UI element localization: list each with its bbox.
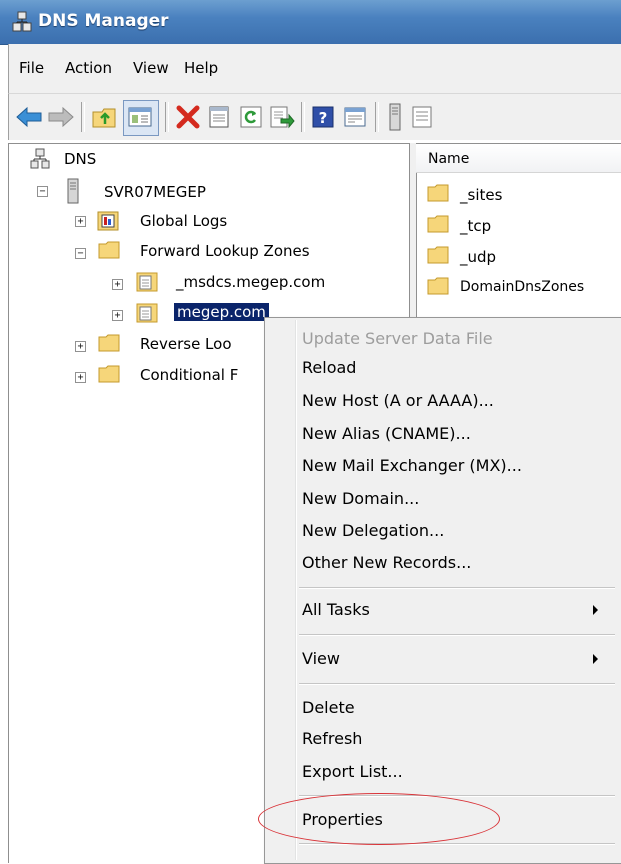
highlight-ellipse: [258, 793, 500, 845]
menu-file[interactable]: File: [19, 59, 44, 77]
forward-icon[interactable]: [47, 106, 75, 128]
menu-item-new-delegation[interactable]: New Delegation...: [302, 521, 444, 540]
server-icon[interactable]: [387, 103, 403, 131]
tree-node-conditional-forwarders[interactable]: Conditional F: [140, 366, 238, 384]
tree-node-msdcs-zone[interactable]: _msdcs.megep.com: [176, 273, 325, 291]
server-icon: [67, 178, 79, 204]
folder-icon: [427, 215, 449, 233]
folder-icon: [98, 334, 120, 352]
window-title: DNS Manager: [38, 11, 169, 31]
toolbar-separator: [301, 102, 305, 132]
folder-icon: [427, 246, 449, 264]
menu-item-all-tasks[interactable]: All Tasks: [302, 600, 370, 619]
menu-item-refresh[interactable]: Refresh: [302, 729, 362, 748]
tree-node-reverse-lookup-zones[interactable]: Reverse Loo: [140, 335, 232, 353]
menu-item-delete[interactable]: Delete: [302, 698, 355, 717]
global-logs-icon: [97, 211, 119, 231]
list-item[interactable]: DomainDnsZones: [460, 279, 584, 295]
menu-bar: File Action View Help: [8, 44, 621, 93]
folder-icon: [427, 277, 449, 295]
folder-icon: [427, 184, 449, 202]
menu-item-new-alias[interactable]: New Alias (CNAME)...: [302, 424, 471, 443]
dns-icon: [30, 148, 50, 169]
list-icon[interactable]: [411, 105, 433, 129]
submenu-arrow-icon: [593, 605, 598, 615]
filter-icon[interactable]: [343, 105, 367, 129]
tree-node-server[interactable]: SVR07MEGEP: [104, 183, 206, 201]
up-folder-icon[interactable]: [91, 104, 119, 130]
column-header-name[interactable]: Name: [416, 144, 621, 173]
menu-separator: [299, 587, 615, 589]
toolbar-separator: [165, 102, 169, 132]
zone-icon: [136, 303, 158, 323]
dns-manager-icon: [12, 11, 32, 32]
toolbar-separator: [375, 102, 379, 132]
context-menu: Update Server Data File Reload New Host …: [264, 317, 621, 864]
menu-separator: [299, 634, 615, 636]
properties-icon[interactable]: [207, 105, 231, 129]
tree-node-dns[interactable]: DNS: [64, 150, 96, 168]
menu-item-reload[interactable]: Reload: [302, 358, 356, 377]
expand-toggle[interactable]: +: [112, 279, 123, 290]
zone-icon: [136, 272, 158, 292]
menu-action[interactable]: Action: [65, 59, 112, 77]
tree-node-megep-zone[interactable]: megep.com: [174, 303, 269, 321]
folder-icon: [98, 365, 120, 383]
list-item[interactable]: _tcp: [460, 217, 491, 235]
export-list-icon[interactable]: [269, 105, 295, 129]
tree-node-forward-lookup-zones[interactable]: Forward Lookup Zones: [140, 242, 310, 260]
svg-text:?: ?: [319, 109, 328, 127]
menu-item-view[interactable]: View: [302, 649, 340, 668]
tree-node-global-logs[interactable]: Global Logs: [140, 212, 227, 230]
show-hide-tree-icon: [128, 107, 152, 127]
menu-item-other-new-records[interactable]: Other New Records...: [302, 553, 471, 572]
list-item[interactable]: _udp: [460, 248, 496, 266]
expand-toggle[interactable]: +: [112, 310, 123, 321]
title-bar[interactable]: DNS Manager: [0, 0, 621, 45]
menu-separator: [299, 683, 615, 685]
help-icon[interactable]: ?: [311, 105, 335, 129]
expand-toggle[interactable]: +: [75, 372, 86, 383]
menu-item-update-server-data-file: Update Server Data File: [302, 329, 493, 348]
expand-toggle[interactable]: +: [75, 341, 86, 352]
menu-item-export-list[interactable]: Export List...: [302, 762, 403, 781]
folder-icon: [98, 241, 120, 259]
menu-help[interactable]: Help: [184, 59, 218, 77]
expand-toggle[interactable]: +: [75, 216, 86, 227]
collapse-toggle[interactable]: −: [37, 186, 48, 197]
menu-item-new-mail-exchanger[interactable]: New Mail Exchanger (MX)...: [302, 456, 522, 475]
list-item[interactable]: _sites: [460, 186, 502, 204]
delete-icon[interactable]: [175, 104, 201, 130]
collapse-toggle[interactable]: −: [75, 248, 86, 259]
toolbar-separator: [81, 102, 85, 132]
back-icon[interactable]: [15, 106, 43, 128]
menu-gutter: [295, 320, 297, 860]
refresh-icon[interactable]: [239, 105, 263, 129]
column-header-label: Name: [428, 151, 470, 167]
submenu-arrow-icon: [593, 654, 598, 664]
menu-view[interactable]: View: [133, 59, 169, 77]
toolbar: ?: [8, 93, 621, 140]
menu-item-new-host[interactable]: New Host (A or AAAA)...: [302, 391, 494, 410]
menu-item-new-domain[interactable]: New Domain...: [302, 489, 419, 508]
